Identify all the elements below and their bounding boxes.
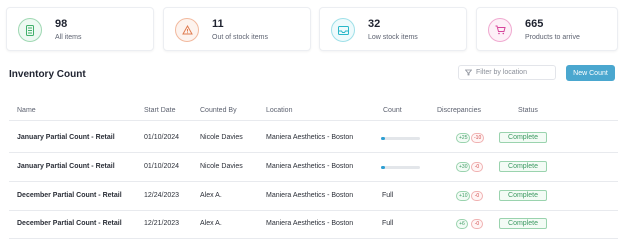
row-counted-by: Nicole Davies	[200, 134, 243, 141]
row-divider	[9, 181, 618, 182]
header-divider	[9, 120, 618, 121]
stat-card-out-of-stock[interactable]: 11 Out of stock items	[163, 7, 311, 51]
row-divider	[9, 238, 618, 239]
discrepancy-negative-badge: -0	[471, 162, 483, 172]
col-header-discrepancies[interactable]: Discrepancies	[437, 107, 481, 114]
row-divider	[9, 210, 618, 211]
new-count-button[interactable]: New Count	[566, 65, 615, 81]
count-progress-bar	[381, 166, 420, 169]
stats-row: 98 All items 11 Out of stock items 32 Lo…	[6, 7, 618, 51]
row-counted-by: Nicole Davies	[200, 163, 243, 170]
col-header-count[interactable]: Count	[383, 107, 402, 114]
document-list-icon	[18, 18, 42, 42]
row-counted-by: Alex A.	[200, 220, 222, 227]
stat-value: 32	[368, 18, 381, 30]
filter-placeholder: Filter by location	[476, 69, 527, 76]
row-name[interactable]: January Partial Count - Retail	[17, 163, 115, 170]
discrepancy-positive-badge: +10	[456, 191, 471, 201]
status-badge: Complete	[499, 190, 547, 201]
filter-icon	[465, 69, 472, 76]
stat-card-all-items[interactable]: 98 All items	[6, 7, 154, 51]
col-header-location[interactable]: Location	[266, 107, 292, 114]
status-badge: Complete	[499, 132, 547, 143]
stat-label: Out of stock items	[212, 34, 269, 41]
count-progress-bar	[381, 137, 420, 140]
stat-value: 665	[525, 18, 544, 30]
stat-card-low-stock[interactable]: 32 Low stock items	[319, 7, 467, 51]
count-progress-fill	[381, 137, 385, 140]
discrepancy-positive-badge: +30	[456, 162, 471, 172]
cart-icon	[488, 18, 512, 42]
discrepancy-positive-badge: +25	[456, 133, 471, 143]
row-start-date: 01/10/2024	[144, 134, 180, 141]
row-divider	[9, 152, 618, 153]
status-badge: Complete	[499, 218, 547, 229]
location-filter-input[interactable]: Filter by location	[458, 65, 556, 80]
stat-value: 98	[55, 18, 68, 30]
row-name[interactable]: January Partial Count - Retail	[17, 134, 115, 141]
stat-label: All items	[55, 34, 82, 41]
row-name[interactable]: December Partial Count - Retail	[17, 220, 122, 227]
col-header-status[interactable]: Status	[518, 107, 538, 114]
row-count: Full	[382, 220, 394, 227]
stat-label: Products to arrive	[525, 34, 580, 41]
row-count: Full	[382, 192, 394, 199]
row-location: Maniera Aesthetics - Boston	[266, 220, 354, 227]
discrepancy-positive-badge: +6	[456, 219, 468, 229]
warning-triangle-icon	[175, 18, 199, 42]
discrepancy-negative-badge: -0	[471, 219, 483, 229]
stat-value: 11	[212, 18, 224, 30]
stat-card-products-to-arrive[interactable]: 665 Products to arrive	[476, 7, 618, 51]
row-start-date: 12/21/2023	[144, 220, 180, 227]
status-badge: Complete	[499, 161, 547, 172]
row-location: Maniera Aesthetics - Boston	[266, 163, 354, 170]
col-header-counted-by[interactable]: Counted By	[200, 107, 237, 114]
row-counted-by: Alex A.	[200, 192, 222, 199]
page-title: Inventory Count	[9, 69, 86, 80]
discrepancy-negative-badge: -10	[471, 133, 485, 143]
row-name[interactable]: December Partial Count - Retail	[17, 192, 122, 199]
row-location: Maniera Aesthetics - Boston	[266, 134, 354, 141]
discrepancy-negative-badge: -0	[471, 191, 483, 201]
count-progress-fill	[381, 166, 385, 169]
inbox-icon	[331, 18, 355, 42]
col-header-start-date[interactable]: Start Date	[144, 107, 176, 114]
col-header-name[interactable]: Name	[17, 107, 36, 114]
row-start-date: 01/10/2024	[144, 163, 180, 170]
stat-label: Low stock items	[368, 34, 418, 41]
row-start-date: 12/24/2023	[144, 192, 180, 199]
row-location: Maniera Aesthetics - Boston	[266, 192, 354, 199]
